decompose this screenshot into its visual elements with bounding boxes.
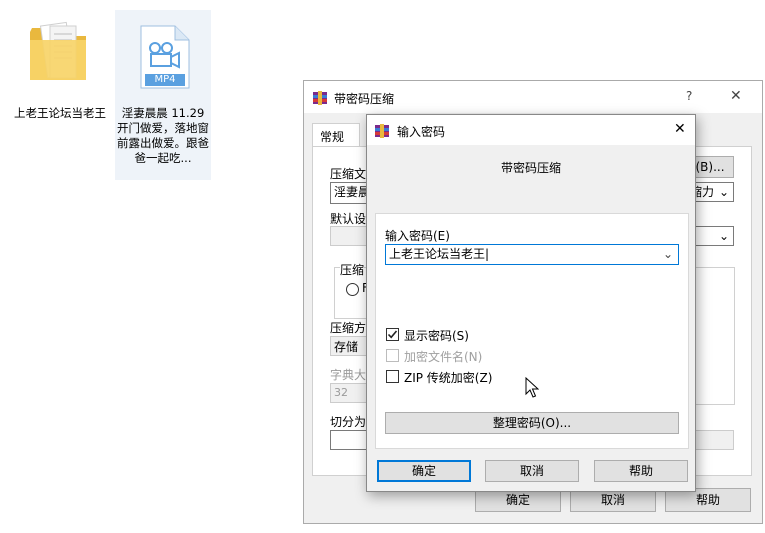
default-settings-label: 默认设: [330, 212, 367, 226]
checkmark-icon: [387, 330, 398, 339]
password-ok-button[interactable]: 确定: [377, 460, 471, 482]
split-side-field[interactable]: [690, 430, 734, 450]
winrar-icon: [375, 124, 389, 138]
desktop-video-file[interactable]: MP4 淫妻晨晨 11.29 开门做爱，落地窗前露出做爱。跟爸爸一起吃...: [115, 10, 211, 180]
password-dialog: 输入密码 ✕ 带密码压缩 输入密码(E) 上老王论坛当老王| ⌄ 显示密码(S)…: [366, 114, 696, 492]
chevron-down-icon: ⌄: [718, 185, 729, 199]
tab-general-label: 常规: [320, 130, 345, 144]
password-subtitle: 带密码压缩: [500, 161, 561, 175]
chevron-down-icon: ⌄: [662, 247, 673, 261]
encrypt-filenames-checkbox[interactable]: [386, 349, 399, 362]
archive-label: 压缩文: [330, 167, 367, 181]
video-label: 淫妻晨晨 11.29 开门做爱，落地窗前露出做爱。跟爸爸一起吃...: [117, 106, 209, 165]
folder-icon: [30, 21, 86, 80]
password-title: 输入密码: [397, 125, 446, 139]
password-label: 输入密码(E): [385, 229, 450, 243]
dict-label: 字典大: [330, 368, 367, 382]
show-password-label: 显示密码(S): [404, 329, 469, 343]
back-title: 带密码压缩: [334, 92, 395, 106]
dict-field[interactable]: 32: [330, 383, 370, 403]
encrypt-filenames-label: 加密文件名(N): [404, 350, 483, 364]
zip-legacy-label: ZIP 传统加密(Z): [404, 371, 493, 385]
split-label: 切分为: [330, 415, 367, 429]
help-title-button[interactable]: ?: [686, 89, 692, 103]
radio-button[interactable]: [346, 283, 359, 296]
split-field[interactable]: [330, 430, 370, 450]
back-titlebar[interactable]: 带密码压缩 ? ✕: [304, 81, 762, 113]
password-input[interactable]: 上老王论坛当老王| ⌄: [385, 244, 679, 265]
method-label: 压缩方: [330, 321, 367, 335]
show-password-checkbox[interactable]: [386, 328, 399, 341]
archive-name-field[interactable]: 淫妻晨: [330, 182, 370, 204]
compression-group-label: 压缩: [340, 261, 365, 278]
profile-field[interactable]: [330, 226, 370, 246]
chevron-down-icon: ⌄: [718, 229, 729, 243]
desktop-folder[interactable]: 上老王论坛当老王: [14, 10, 106, 145]
text-caret: |: [485, 247, 490, 261]
back-close-button[interactable]: ✕: [730, 88, 742, 104]
video-badge: MP4: [154, 74, 176, 85]
folder-label: 上老王论坛当老王: [14, 106, 106, 120]
organize-passwords-button[interactable]: 整理密码(O)...: [385, 412, 679, 434]
password-value: 上老王论坛当老王: [389, 247, 486, 261]
password-cancel-button[interactable]: 取消: [485, 460, 579, 482]
method-value: 存储: [334, 340, 359, 354]
side-box: [696, 267, 735, 405]
method-field[interactable]: 存储: [330, 336, 370, 356]
password-help-button[interactable]: 帮助: [594, 460, 688, 482]
password-titlebar[interactable]: 输入密码 ✕: [367, 115, 695, 145]
zip-legacy-checkbox[interactable]: [386, 370, 399, 383]
tab-general[interactable]: 常规: [312, 123, 360, 148]
mouse-cursor-icon: [525, 377, 539, 398]
winrar-icon: [313, 91, 327, 105]
password-close-button[interactable]: ✕: [674, 121, 686, 137]
dict-value: 32: [334, 386, 348, 399]
